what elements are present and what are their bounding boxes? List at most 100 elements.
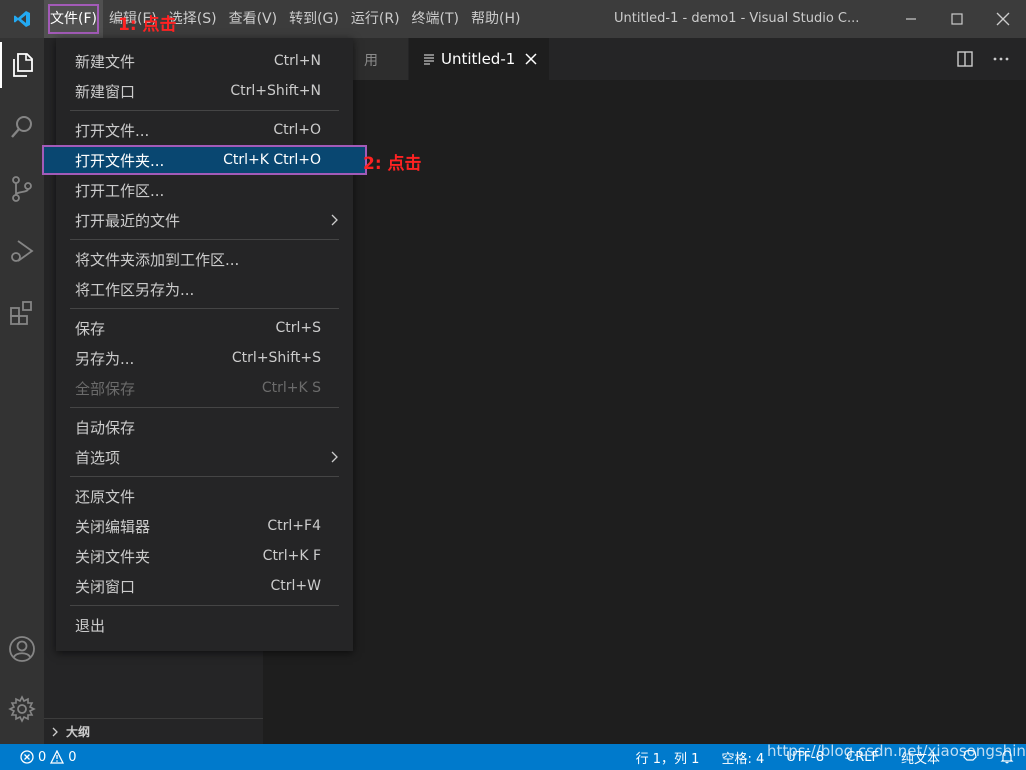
menu-item-open-file[interactable]: 打开文件... Ctrl+O (56, 115, 353, 145)
menu-separator (70, 407, 339, 408)
activity-bar (0, 38, 44, 744)
outline-label: 大纲 (66, 725, 91, 739)
menu-item-label: 打开工作区... (75, 181, 165, 200)
split-editor-icon[interactable] (956, 50, 974, 68)
tab-inactive-label: 用 (364, 53, 378, 69)
menu-item-shortcut: Ctrl+F4 (267, 518, 321, 534)
menu-item-save[interactable]: 保存 Ctrl+S (56, 313, 353, 343)
menu-item-shortcut: Ctrl+Shift+S (231, 350, 321, 366)
gear-icon (8, 695, 36, 723)
menu-item-open-recent[interactable]: 打开最近的文件 (56, 205, 353, 235)
error-count: 0 (38, 749, 47, 765)
explorer-button[interactable] (0, 42, 44, 88)
vscode-logo-icon (0, 0, 44, 38)
extensions-button[interactable] (0, 290, 44, 336)
menu-item-add-folder-to-workspace[interactable]: 将文件夹添加到工作区... (56, 244, 353, 274)
menu-item-open-folder[interactable]: 打开文件夹... Ctrl+K Ctrl+O (42, 145, 367, 175)
chevron-right-icon (329, 205, 339, 235)
problems-status[interactable]: 0 0 (20, 744, 77, 770)
outline-section-header[interactable]: 大纲 (44, 718, 263, 744)
menu-item-label: 打开最近的文件 (75, 211, 181, 230)
indentation-status[interactable]: 空格: 4 (721, 748, 764, 767)
warning-icon (50, 750, 65, 764)
menu-go[interactable]: 转到(G) (283, 0, 345, 38)
search-icon (11, 116, 32, 138)
menu-item-label: 新建文件 (75, 52, 136, 71)
menu-item-close-editor[interactable]: 关闭编辑器 Ctrl+F4 (56, 511, 353, 541)
menu-item-label: 打开文件夹... (75, 151, 165, 170)
close-icon (996, 12, 1010, 26)
menu-item-new-file[interactable]: 新建文件 Ctrl+N (56, 46, 353, 76)
menu-terminal[interactable]: 终端(T) (406, 0, 465, 38)
watermark: https://blog.csdn.net/xiaosongshine (767, 742, 1026, 760)
manage-button[interactable] (0, 686, 44, 732)
more-actions-icon[interactable] (992, 50, 1010, 68)
menu-item-new-window[interactable]: 新建窗口 Ctrl+Shift+N (56, 76, 353, 106)
chevron-right-icon (329, 442, 339, 472)
menu-run[interactable]: 运行(R) (345, 0, 406, 38)
menu-item-shortcut: Ctrl+K F (262, 548, 321, 564)
editor-actions (956, 38, 1010, 80)
menu-item-label: 将文件夹添加到工作区... (75, 250, 240, 269)
menu-item-shortcut: Ctrl+Shift+N (230, 83, 321, 99)
menu-item-label: 首选项 (75, 448, 121, 467)
source-control-button[interactable] (0, 166, 44, 212)
menu-bar: 文件(F) 编辑(E) 选择(S) 查看(V) 转到(G) 运行(R) 终端(T… (44, 0, 526, 38)
menu-item-revert-file[interactable]: 还原文件 (56, 481, 353, 511)
run-debug-button[interactable] (0, 228, 44, 274)
editor-area[interactable] (263, 80, 1026, 744)
file-menu-dropdown: 新建文件 Ctrl+N 新建窗口 Ctrl+Shift+N 打开文件... Ct… (42, 38, 367, 651)
menu-item-close-folder[interactable]: 关闭文件夹 Ctrl+K F (56, 541, 353, 571)
close-window-button[interactable] (980, 0, 1026, 38)
menu-item-preferences[interactable]: 首选项 (56, 442, 353, 472)
menu-view[interactable]: 查看(V) (223, 0, 284, 38)
menu-help[interactable]: 帮助(H) (465, 0, 526, 38)
close-icon[interactable] (525, 53, 537, 65)
search-button[interactable] (0, 104, 44, 150)
run-debug-icon (11, 240, 34, 262)
menu-item-label: 打开文件... (75, 121, 150, 140)
menu-item-exit[interactable]: 退出 (56, 610, 353, 640)
menu-item-save-workspace-as[interactable]: 将工作区另存为... (56, 274, 353, 304)
warning-count: 0 (68, 749, 77, 765)
tab-label: Untitled-1 (441, 50, 516, 68)
menu-separator (70, 476, 339, 477)
minimize-button[interactable] (888, 0, 934, 38)
account-icon (9, 636, 35, 662)
menu-item-save-all: 全部保存 Ctrl+K S (56, 373, 353, 403)
menu-item-label: 全部保存 (75, 379, 136, 398)
menu-item-auto-save[interactable]: 自动保存 (56, 412, 353, 442)
editor-tabs-bar: 用 Untitled-1 (263, 38, 1026, 80)
menu-item-label: 还原文件 (75, 487, 136, 506)
menu-file[interactable]: 文件(F) (44, 0, 103, 38)
extensions-icon (10, 301, 32, 325)
menu-item-open-workspace[interactable]: 打开工作区... (56, 175, 353, 205)
tab-untitled-1[interactable]: Untitled-1 (409, 38, 549, 80)
menu-item-label: 新建窗口 (75, 82, 136, 101)
menu-item-label: 另存为... (75, 349, 135, 368)
maximize-button[interactable] (934, 0, 980, 38)
chevron-right-icon (50, 727, 66, 737)
menu-item-save-as[interactable]: 另存为... Ctrl+Shift+S (56, 343, 353, 373)
menu-item-label: 保存 (75, 319, 106, 338)
minimize-icon (906, 18, 916, 20)
cursor-position[interactable]: 行 1，列 1 (636, 748, 700, 767)
window-controls (888, 0, 1026, 38)
text-file-icon (424, 54, 434, 65)
window-title: Untitled-1 - demo1 - Visual Studio C... (614, 11, 860, 26)
menu-item-label: 将工作区另存为... (75, 280, 195, 299)
menu-item-shortcut: Ctrl+O (273, 122, 321, 138)
menu-separator (70, 239, 339, 240)
menu-separator (70, 605, 339, 606)
menu-item-shortcut: Ctrl+K S (261, 380, 321, 396)
annotation-step-1: 1: 点击 (118, 15, 177, 35)
source-control-icon (12, 176, 32, 202)
menu-item-close-window[interactable]: 关闭窗口 Ctrl+W (56, 571, 353, 601)
menu-separator (70, 308, 339, 309)
maximize-icon (951, 13, 963, 25)
menu-item-label: 退出 (75, 616, 106, 635)
files-icon (13, 53, 33, 77)
menu-item-label: 关闭窗口 (75, 577, 136, 596)
menu-item-label: 关闭文件夹 (75, 547, 151, 566)
accounts-button[interactable] (0, 626, 44, 672)
